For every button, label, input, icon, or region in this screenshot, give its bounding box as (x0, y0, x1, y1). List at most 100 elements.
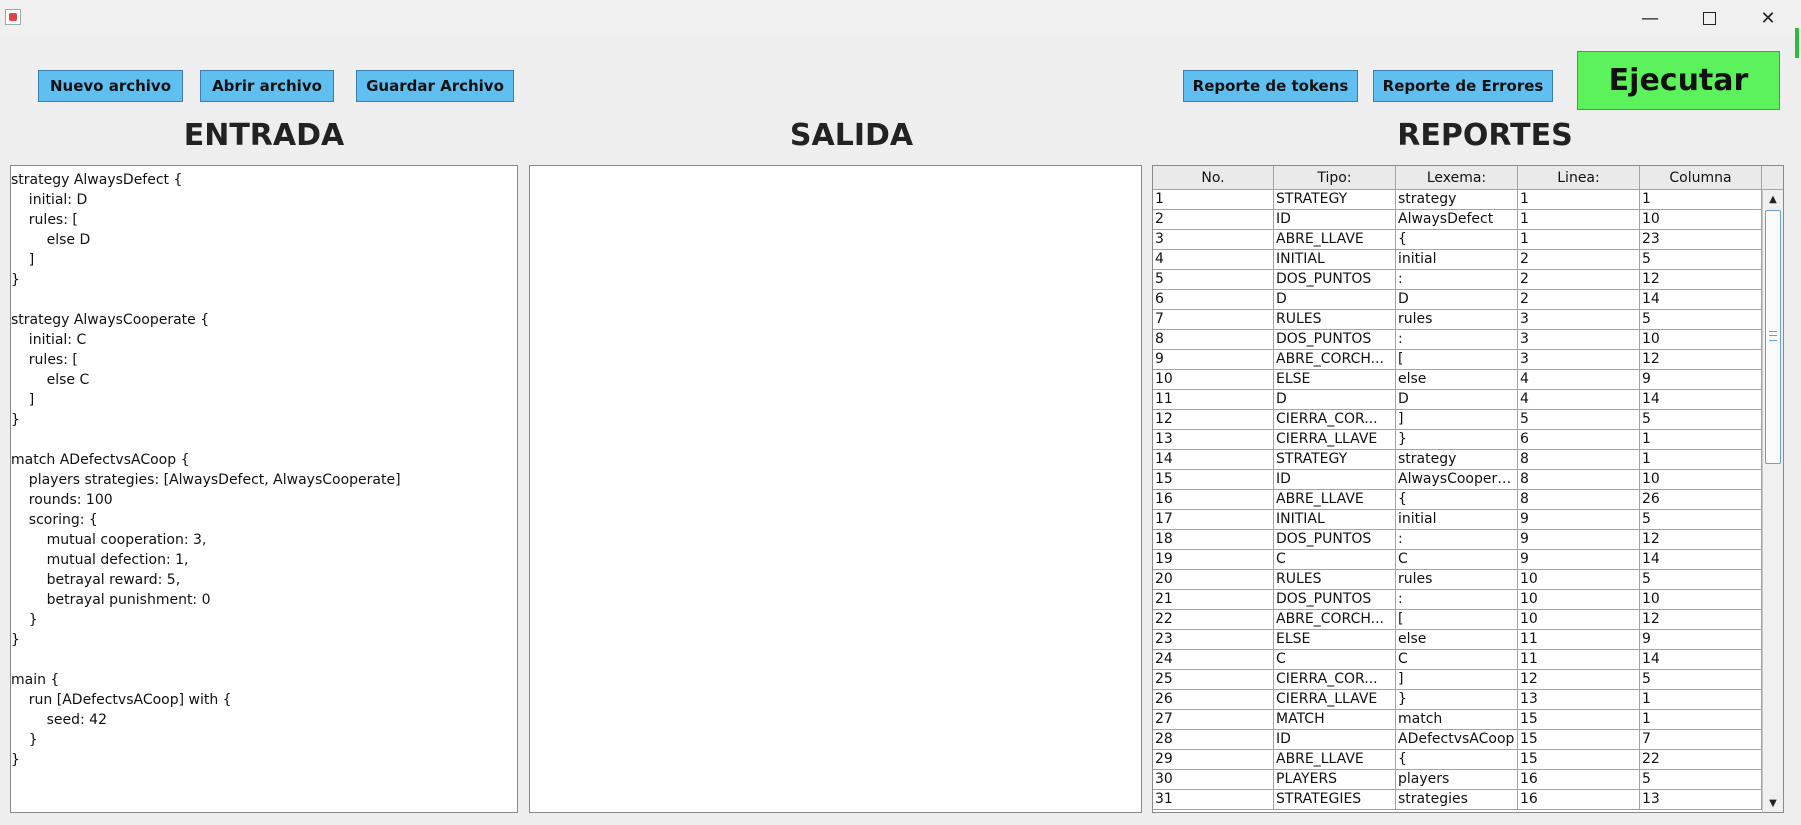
new-file-button[interactable]: Nuevo archivo (38, 70, 183, 102)
table-cell: D (1396, 290, 1518, 310)
table-cell: ABRE_CORCH... (1274, 610, 1396, 630)
table-row[interactable]: 18 DOS_PUNTOS:9 12 (1153, 530, 1762, 550)
table-cell: 14 (1640, 290, 1762, 310)
table-cell: 3 (1518, 330, 1640, 350)
save-file-button[interactable]: Guardar Archivo (356, 70, 514, 102)
vertical-scrollbar[interactable]: ▲ ▼ (1762, 190, 1783, 812)
table-cell: 31 (1153, 790, 1274, 810)
column-header[interactable]: Linea: (1518, 166, 1640, 190)
table-row[interactable]: 30 PLAYERS players 16 5 (1153, 770, 1762, 790)
table-cell: RULES (1274, 310, 1396, 330)
table-cell: 13 (1640, 790, 1762, 810)
table-row[interactable]: 29 ABRE_LLAVE{15 22 (1153, 750, 1762, 770)
editor-line: main { (11, 672, 60, 688)
editor-line: ] (11, 392, 35, 408)
table-row[interactable]: 14 STRATEGY strategy 8 1 (1153, 450, 1762, 470)
table-cell: : (1396, 270, 1518, 290)
scroll-down-icon[interactable]: ▼ (1763, 794, 1783, 812)
column-header[interactable]: Lexema: (1396, 166, 1518, 190)
table-cell: 18 (1153, 530, 1274, 550)
scroll-thumb[interactable] (1765, 210, 1781, 464)
table-row[interactable]: 20 RULES rules 10 5 (1153, 570, 1762, 590)
table-cell: 2 (1153, 210, 1274, 230)
table-cell: 7 (1640, 730, 1762, 750)
input-editor[interactable]: strategy AlwaysDefect { initial: D rules… (10, 165, 518, 813)
table-cell: 9 (1640, 630, 1762, 650)
table-cell: 10 (1640, 590, 1762, 610)
minimize-icon[interactable]: — (1621, 0, 1679, 37)
editor-line: betrayal punishment: 0 (11, 592, 211, 608)
table-cell: 15 (1153, 470, 1274, 490)
table-row[interactable]: 19 C C 9 14 (1153, 550, 1762, 570)
table-cell: D (1274, 390, 1396, 410)
table-row[interactable]: 25 CIERRA_COR...] 12 5 (1153, 670, 1762, 690)
table-row[interactable]: 2 ID AlwaysDefect 1 10 (1153, 210, 1762, 230)
table-cell: DOS_PUNTOS (1274, 530, 1396, 550)
table-row[interactable]: 8 DOS_PUNTOS:3 10 (1153, 330, 1762, 350)
table-header: No. Tipo: Lexema: Linea: Columna (1153, 166, 1762, 190)
output-panel-title: SALIDA (789, 118, 914, 153)
token-report-button[interactable]: Reporte de tokens (1183, 70, 1358, 102)
table-row[interactable]: 21 DOS_PUNTOS:10 10 (1153, 590, 1762, 610)
table-row[interactable]: 10 ELSE else 4 9 (1153, 370, 1762, 390)
table-cell: 23 (1640, 230, 1762, 250)
table-cell: 8 (1153, 330, 1274, 350)
run-button[interactable]: Ejecutar (1577, 51, 1780, 110)
table-cell: initial (1396, 510, 1518, 530)
table-row[interactable]: 22 ABRE_CORCH...[10 12 (1153, 610, 1762, 630)
editor-line: } (11, 412, 20, 428)
table-row[interactable]: 5 DOS_PUNTOS:2 12 (1153, 270, 1762, 290)
table-cell: 1 (1640, 190, 1762, 210)
error-report-button[interactable]: Reporte de Errores (1373, 70, 1553, 102)
table-row[interactable]: 9 ABRE_CORCH...[3 12 (1153, 350, 1762, 370)
table-cell: else (1396, 630, 1518, 650)
editor-line: rules: [ (11, 212, 78, 228)
table-cell: } (1396, 430, 1518, 450)
column-header[interactable]: No. (1153, 166, 1274, 190)
table-cell: C (1274, 550, 1396, 570)
table-cell: DOS_PUNTOS (1274, 270, 1396, 290)
scroll-up-icon[interactable]: ▲ (1763, 190, 1783, 208)
table-cell: 3 (1153, 230, 1274, 250)
table-row[interactable]: 6 D D 2 14 (1153, 290, 1762, 310)
column-header[interactable]: Tipo: (1274, 166, 1396, 190)
table-row[interactable]: 16 ABRE_LLAVE{8 26 (1153, 490, 1762, 510)
table-row[interactable]: 12 CIERRA_COR...] 5 5 (1153, 410, 1762, 430)
table-cell: 12 (1640, 530, 1762, 550)
table-row[interactable]: 13 CIERRA_LLAVE} 6 1 (1153, 430, 1762, 450)
table-cell: 3 (1518, 350, 1640, 370)
table-cell: 1 (1640, 430, 1762, 450)
maximize-icon[interactable] (1680, 0, 1738, 37)
table-cell: 14 (1153, 450, 1274, 470)
table-row[interactable]: 1 STRATEGY strategy 1 1 (1153, 190, 1762, 210)
table-row[interactable]: 3 ABRE_LLAVE{1 23 (1153, 230, 1762, 250)
open-file-button[interactable]: Abrir archivo (200, 70, 334, 102)
editor-line: } (11, 732, 38, 748)
table-row[interactable]: 31 STRATEGIES strategies 16 13 (1153, 790, 1762, 810)
table-cell: 11 (1518, 650, 1640, 670)
table-row[interactable]: 26 CIERRA_LLAVE} 13 1 (1153, 690, 1762, 710)
table-row[interactable]: 27 MATCH match 15 1 (1153, 710, 1762, 730)
column-header[interactable]: Columna (1640, 166, 1762, 190)
table-row[interactable]: 28 ID ADefectvsACoop 15 7 (1153, 730, 1762, 750)
table-cell: 15 (1518, 710, 1640, 730)
table-cell: 24 (1153, 650, 1274, 670)
table-cell: rules (1396, 310, 1518, 330)
table-cell: strategies (1396, 790, 1518, 810)
table-row[interactable]: 23 ELSE else 11 9 (1153, 630, 1762, 650)
table-cell: 1 (1640, 690, 1762, 710)
table-cell: DOS_PUNTOS (1274, 330, 1396, 350)
table-cell: 5 (1640, 670, 1762, 690)
output-area[interactable] (529, 165, 1142, 813)
table-row[interactable]: 15 ID AlwaysCooperate 8 10 (1153, 470, 1762, 490)
table-row[interactable]: 11 D D 4 14 (1153, 390, 1762, 410)
table-cell: ABRE_LLAVE (1274, 230, 1396, 250)
table-row[interactable]: 4 INITIAL initial 2 5 (1153, 250, 1762, 270)
table-row[interactable]: 24 C C 11 14 (1153, 650, 1762, 670)
table-cell: 10 (1640, 470, 1762, 490)
table-row[interactable]: 17 INITIAL initial 9 5 (1153, 510, 1762, 530)
editor-line: strategy AlwaysDefect { (11, 172, 183, 188)
close-icon[interactable]: ✕ (1739, 0, 1797, 37)
table-row[interactable]: 7 RULES rules 3 5 (1153, 310, 1762, 330)
